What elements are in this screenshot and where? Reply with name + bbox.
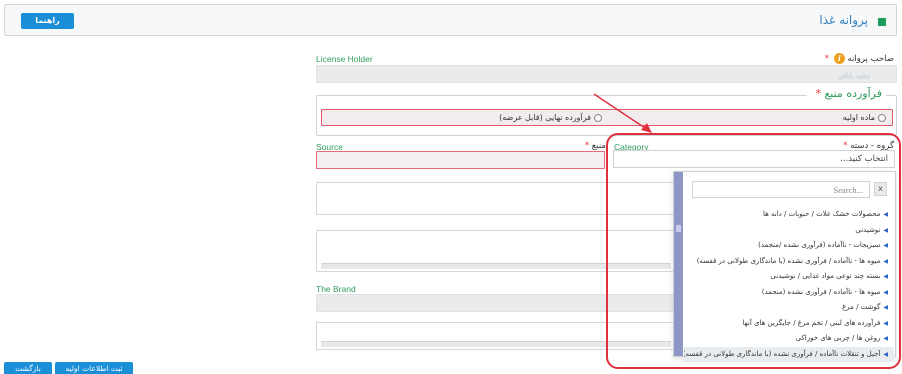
license-holder-label-en: License Holder [316,54,373,64]
back-button[interactable]: بازگشت [4,362,52,374]
info-icon[interactable]: i [833,53,845,64]
license-holder-label-text: صاحب پروانه [847,54,894,64]
license-holder-field: مجید بابائی [316,65,897,83]
page-header: راهنما پروانه غذا [4,4,897,36]
source-label-text: منبع [591,141,606,151]
source-label-fa: منبع * [548,141,606,151]
radio-raw-material-label: ماده اولیه [842,113,875,122]
license-holder-value: مجید بابائی [837,72,870,80]
required-marker: * [824,54,830,64]
annotation-arrow-icon [593,93,652,133]
radio-circle-icon[interactable] [878,113,886,122]
title-square-icon [878,18,886,26]
required-marker: * [815,87,821,100]
source-field[interactable] [316,151,605,169]
submit-basic-info-button[interactable]: ثبت اطلاعات اولیه [55,362,133,374]
radio-raw-material[interactable]: ماده اولیه [843,113,886,122]
source-product-legend: فرآورده منبع * [807,87,886,100]
page-title: پروانه غذا [819,13,868,27]
source-product-legend-text: فرآورده منبع [824,87,882,100]
help-button[interactable]: راهنما [21,13,74,29]
brand-label-en: The Brand [316,284,356,294]
radio-final-product[interactable]: فرآورده نهایی (قابل عرضه) [499,113,602,122]
radio-final-product-label: فرآورده نهایی (قابل عرضه) [499,113,591,122]
required-marker: * [584,141,590,151]
annotation-highlight [606,133,901,369]
license-holder-label-fa: صاحب پروانه i * [821,53,894,64]
